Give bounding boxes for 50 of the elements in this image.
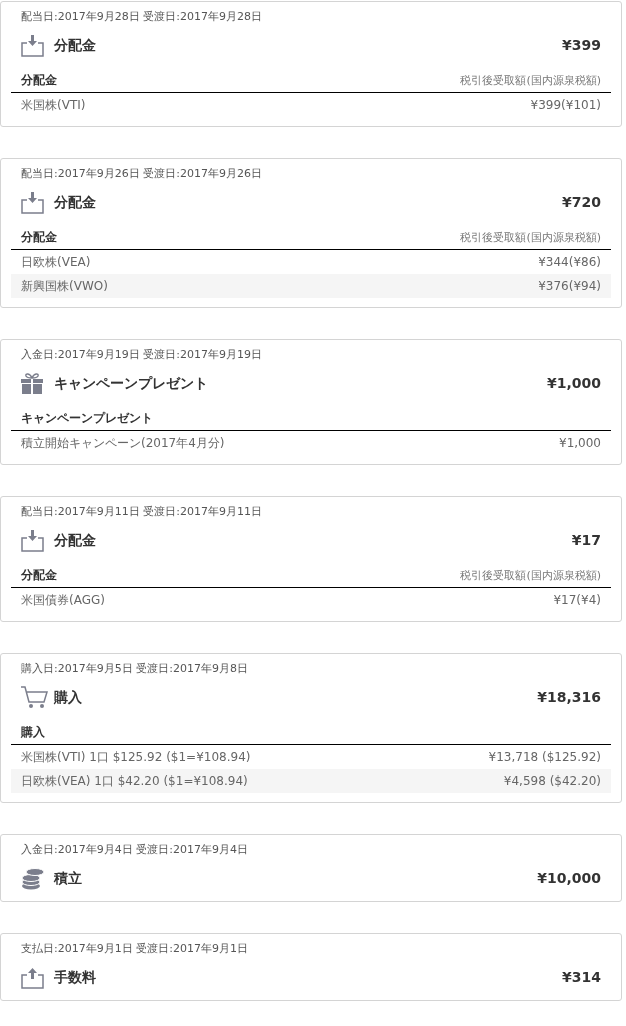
- holding-value: ¥1,000: [559, 435, 601, 452]
- transaction-amount: ¥720: [562, 192, 601, 212]
- tray-download-icon: [21, 528, 44, 552]
- transaction-dates: 配当日:2017年9月11日 受渡日:2017年9月11日: [20, 505, 263, 519]
- coin-stack-icon: [21, 866, 45, 890]
- column-note: 税引後受取額(国内源泉税額): [460, 72, 601, 89]
- transaction-amount: ¥17: [571, 530, 601, 550]
- holding-name: 米国株(VTI): [21, 97, 86, 114]
- holding-name: 米国株(VTI) 1口 $125.92 ($1=¥108.94): [21, 749, 251, 766]
- holding-value: ¥344(¥86): [538, 254, 601, 271]
- holding-name: 新興国株(VWO): [21, 278, 108, 295]
- holding-name: 日欧株(VEA) 1口 $42.20 ($1=¥108.94): [21, 773, 248, 790]
- tray-download-icon: [21, 190, 44, 214]
- section-label: 分配金: [21, 229, 57, 246]
- shopping-cart-icon: [21, 685, 48, 709]
- section-label: 分配金: [21, 567, 57, 584]
- transaction-dates: 購入日:2017年9月5日 受渡日:2017年9月8日: [20, 662, 249, 676]
- tray-download-icon: [21, 33, 44, 57]
- column-note: 税引後受取額(国内源泉税額): [460, 567, 601, 584]
- holding-value: ¥4,598 ($42.20): [503, 773, 601, 790]
- transaction-dates: 入金日:2017年9月19日 受渡日:2017年9月19日: [20, 348, 263, 362]
- holding-value: ¥376(¥94): [538, 278, 601, 295]
- transaction-title: 手数料: [54, 967, 96, 987]
- transaction-amount: ¥1,000: [546, 373, 601, 393]
- section-label: 購入: [21, 724, 45, 741]
- transaction-title: 分配金: [54, 192, 96, 212]
- transaction-amount: ¥18,316: [537, 687, 601, 707]
- transaction-title: 積立: [54, 868, 82, 888]
- transaction-amount: ¥314: [562, 967, 601, 987]
- column-note: 税引後受取額(国内源泉税額): [460, 229, 601, 246]
- transaction-title: 分配金: [54, 35, 96, 55]
- transaction-dates: 支払日:2017年9月1日 受渡日:2017年9月1日: [20, 942, 249, 956]
- transaction-amount: ¥399: [562, 35, 601, 55]
- tray-upload-icon: [21, 965, 44, 989]
- section-label: 分配金: [21, 72, 57, 89]
- transaction-amount: ¥10,000: [537, 868, 601, 888]
- transaction-dates: 配当日:2017年9月26日 受渡日:2017年9月26日: [20, 167, 263, 181]
- holding-value: ¥17(¥4): [553, 592, 601, 609]
- holding-name: 米国債券(AGG): [21, 592, 105, 609]
- holding-value: ¥13,718 ($125.92): [488, 749, 601, 766]
- holding-value: ¥399(¥101): [530, 97, 601, 114]
- transaction-title: キャンペーンプレゼント: [54, 373, 208, 393]
- section-label: キャンペーンプレゼント: [21, 410, 153, 427]
- holding-name: 積立開始キャンペーン(2017年4月分): [21, 435, 225, 452]
- transaction-dates: 配当日:2017年9月28日 受渡日:2017年9月28日: [20, 10, 263, 24]
- holding-name: 日欧株(VEA): [21, 254, 91, 271]
- transaction-title: 分配金: [54, 530, 96, 550]
- gift-icon: [21, 372, 43, 394]
- transaction-dates: 入金日:2017年9月4日 受渡日:2017年9月4日: [20, 843, 249, 857]
- transaction-title: 購入: [54, 687, 82, 707]
